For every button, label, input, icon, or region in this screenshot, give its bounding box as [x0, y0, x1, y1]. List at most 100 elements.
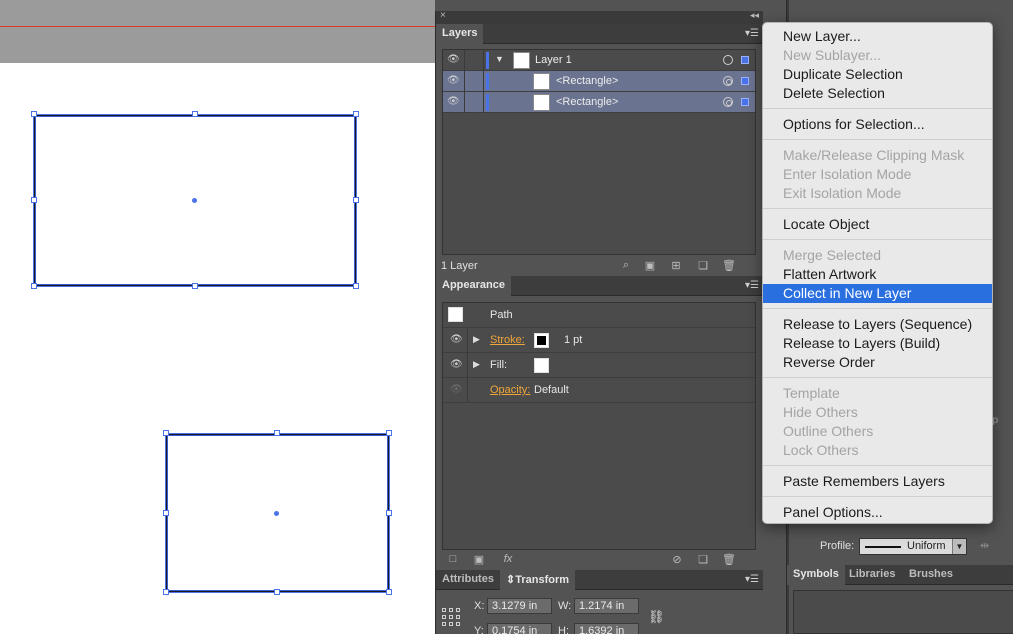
- tab-appearance[interactable]: Appearance: [436, 276, 511, 296]
- target-circle-icon[interactable]: [723, 97, 733, 107]
- canvas-area[interactable]: [0, 0, 435, 634]
- menu-item-collect-in-new-layer[interactable]: Collect in New Layer: [763, 284, 992, 303]
- opacity-row[interactable]: 👁 Opacity: Default: [443, 378, 755, 403]
- layers-panel-menu: New Layer... New Sublayer... Duplicate Sel…: [762, 22, 993, 524]
- menu-item-duplicate-selection[interactable]: Duplicate Selection: [763, 65, 992, 84]
- resize-handle[interactable]: [31, 283, 37, 289]
- new-sublayer-icon[interactable]: ⊞: [669, 259, 683, 273]
- reference-point-icon[interactable]: [442, 608, 460, 626]
- disclosure-triangle-icon[interactable]: ▶: [473, 334, 480, 345]
- duplicate-item-icon[interactable]: ❏: [696, 553, 710, 567]
- stroke-weight[interactable]: 1 pt: [564, 334, 582, 346]
- selection-indicator[interactable]: [741, 98, 749, 106]
- add-fill-icon[interactable]: ▣: [472, 553, 486, 567]
- resize-handle[interactable]: [353, 283, 359, 289]
- menu-item-paste-remembers-layers[interactable]: Paste Remembers Layers: [763, 472, 992, 491]
- layer-row[interactable]: 👁 <Rectangle>: [443, 92, 755, 113]
- resize-handle[interactable]: [353, 197, 359, 203]
- visibility-eye-icon[interactable]: 👁: [450, 359, 463, 370]
- layer-name[interactable]: Layer 1: [535, 54, 572, 66]
- visibility-eye-icon[interactable]: 👁: [450, 334, 463, 345]
- panel-menu-icon[interactable]: ▾☰: [745, 280, 759, 291]
- resize-handle[interactable]: [386, 430, 392, 436]
- resize-handle[interactable]: [31, 111, 37, 117]
- close-icon[interactable]: ×: [440, 10, 446, 21]
- x-field[interactable]: 3.1279 in: [487, 598, 552, 614]
- resize-handle[interactable]: [163, 430, 169, 436]
- resize-handle[interactable]: [386, 589, 392, 595]
- w-field[interactable]: 1.2174 in: [574, 598, 639, 614]
- panel-menu-icon[interactable]: ▾☰: [745, 28, 759, 39]
- selection-indicator[interactable]: [741, 56, 749, 64]
- visibility-eye-icon[interactable]: 👁: [447, 96, 460, 108]
- stroke-link[interactable]: Stroke:: [490, 334, 525, 346]
- visibility-eye-icon[interactable]: 👁: [447, 54, 460, 66]
- layer-row[interactable]: 👁 <Rectangle>: [443, 71, 755, 92]
- tab-transform[interactable]: ⇕Transform: [500, 570, 576, 590]
- menu-item-options-for-selection[interactable]: Options for Selection...: [763, 115, 992, 134]
- menu-item-new-layer[interactable]: New Layer...: [763, 27, 992, 46]
- tab-libraries[interactable]: Libraries: [843, 565, 901, 585]
- collapse-icon[interactable]: ◂◂: [750, 10, 759, 21]
- layer-thumbnail: [513, 52, 530, 69]
- visibility-eye-icon[interactable]: 👁: [450, 384, 463, 395]
- target-circle-icon[interactable]: [723, 76, 733, 86]
- menu-item-panel-options[interactable]: Panel Options...: [763, 503, 992, 522]
- layer-row[interactable]: 👁 ▼ Layer 1: [443, 50, 755, 71]
- appearance-list[interactable]: Path 👁 ▶ Stroke: 1 pt 👁 ▶ Fill: 👁 Opacit…: [442, 302, 756, 550]
- menu-item-reverse-order[interactable]: Reverse Order: [763, 353, 992, 372]
- new-layer-icon[interactable]: ❏: [696, 259, 710, 273]
- resize-handle[interactable]: [274, 430, 280, 436]
- constrain-proportions-icon[interactable]: ⛓: [648, 609, 665, 625]
- tab-symbols[interactable]: Symbols: [787, 565, 845, 585]
- resize-handle[interactable]: [386, 510, 392, 516]
- resize-handle[interactable]: [274, 589, 280, 595]
- fill-row[interactable]: 👁 ▶ Fill:: [443, 353, 755, 378]
- resize-handle[interactable]: [353, 111, 359, 117]
- h-field[interactable]: 1.6392 in: [574, 623, 639, 634]
- menu-item-flatten-artwork[interactable]: Flatten Artwork: [763, 265, 992, 284]
- menu-item-release-to-layers-build[interactable]: Release to Layers (Build): [763, 334, 992, 353]
- menu-item-release-to-layers-sequence[interactable]: Release to Layers (Sequence): [763, 315, 992, 334]
- trash-icon[interactable]: 🗑: [722, 553, 736, 567]
- y-field[interactable]: 0.1754 in: [487, 623, 552, 634]
- target-circle-icon[interactable]: [723, 55, 733, 65]
- flip-profile-icon[interactable]: ⇹: [980, 539, 989, 552]
- resize-handle[interactable]: [192, 283, 198, 289]
- tab-attributes[interactable]: Attributes: [436, 570, 500, 590]
- resize-handle[interactable]: [163, 510, 169, 516]
- tab-layers[interactable]: Layers: [436, 24, 484, 44]
- disclosure-triangle-icon[interactable]: ▶: [473, 359, 480, 370]
- resize-handle[interactable]: [163, 589, 169, 595]
- pasteboard[interactable]: [0, 0, 435, 63]
- trash-icon[interactable]: 🗑: [722, 259, 736, 273]
- fill-swatch[interactable]: [534, 358, 549, 373]
- stroke-swatch[interactable]: [534, 333, 549, 348]
- tab-brushes[interactable]: Brushes: [903, 565, 959, 585]
- selection-indicator[interactable]: [741, 77, 749, 85]
- symbols-tabbar: Symbols Libraries Brushes: [787, 565, 1013, 585]
- clear-appearance-icon[interactable]: ⊘: [670, 553, 684, 567]
- panel-title-strip[interactable]: × ◂◂: [436, 10, 763, 24]
- profile-dropdown[interactable]: Uniform ▼: [859, 538, 967, 555]
- symbols-panel-body[interactable]: [793, 590, 1013, 634]
- chevron-down-icon[interactable]: ▼: [952, 539, 966, 554]
- stroke-row[interactable]: 👁 ▶ Stroke: 1 pt: [443, 328, 755, 353]
- resize-handle[interactable]: [192, 111, 198, 117]
- menu-item-locate-object[interactable]: Locate Object: [763, 215, 992, 234]
- layers-list[interactable]: 👁 ▼ Layer 1 👁 <Rectangle> 👁 <Rectangle>: [442, 49, 756, 255]
- opacity-link[interactable]: Opacity:: [490, 384, 530, 396]
- column-divider: [464, 50, 465, 71]
- appearance-header-row: Path: [443, 303, 755, 328]
- visibility-eye-icon[interactable]: 👁: [447, 75, 460, 87]
- object-name[interactable]: <Rectangle>: [556, 75, 618, 87]
- panel-menu-icon[interactable]: ▾☰: [745, 574, 759, 585]
- resize-handle[interactable]: [31, 197, 37, 203]
- clipping-mask-icon[interactable]: ▣: [643, 259, 657, 273]
- disclosure-triangle-icon[interactable]: ▼: [495, 54, 504, 64]
- add-stroke-icon[interactable]: □: [446, 553, 460, 567]
- object-name[interactable]: <Rectangle>: [556, 96, 618, 108]
- fx-icon[interactable]: fx: [498, 553, 518, 567]
- menu-item-delete-selection[interactable]: Delete Selection: [763, 84, 992, 103]
- locate-search-icon[interactable]: ⌕: [619, 259, 633, 273]
